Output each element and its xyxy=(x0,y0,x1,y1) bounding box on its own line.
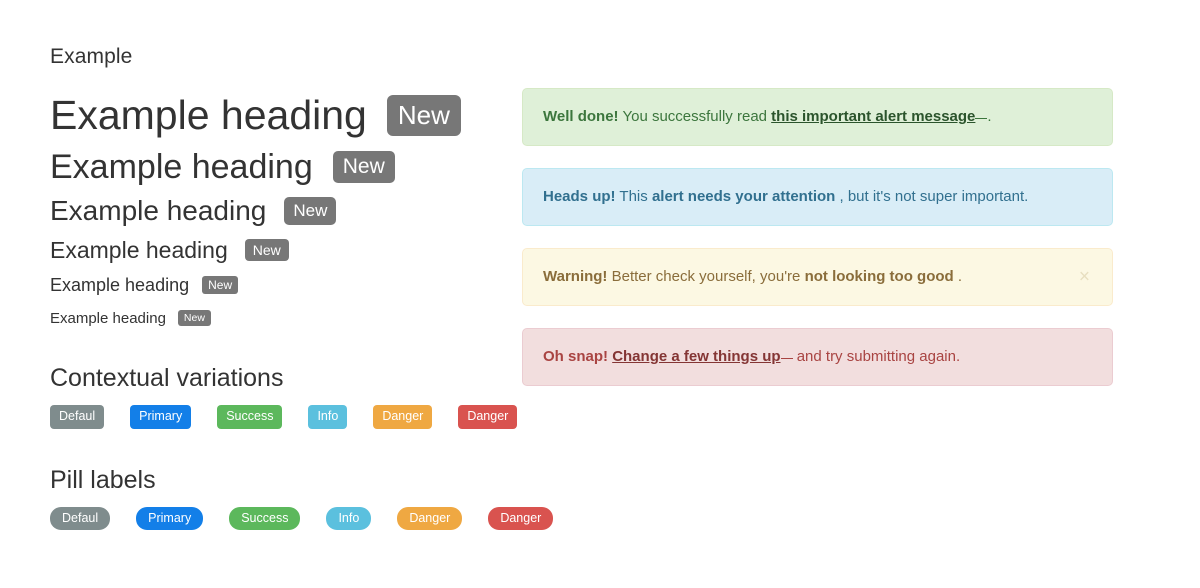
alert-info-strong: Heads up! xyxy=(543,188,616,205)
alert-success-text: You successfully read xyxy=(622,108,767,125)
alert-warning: Warning! Better check yourself, you're n… xyxy=(522,248,1113,306)
heading-row-2: Example heading New xyxy=(50,145,520,189)
pill-label-warning[interactable]: Danger xyxy=(397,506,463,531)
contextual-variations-title: Contextual variations xyxy=(50,364,284,393)
heading-text-h3: Example heading xyxy=(50,195,267,227)
badge-new-h4: New xyxy=(244,239,289,262)
pill-labels-title: Pill labels xyxy=(50,465,156,494)
alert-danger: Oh snap! Change a few things up and try … xyxy=(522,328,1113,386)
alert-info: Heads up! This alert needs your attentio… xyxy=(522,168,1113,226)
alert-danger-strong: Oh snap! xyxy=(543,348,609,365)
label-default[interactable]: Defaul xyxy=(50,405,105,429)
label-success[interactable]: Success xyxy=(217,405,283,429)
alert-danger-suffix: and try submitting again. xyxy=(796,348,961,365)
contextual-label-row: Defaul Primary Success Info Danger Dange… xyxy=(50,405,520,429)
pill-label-success[interactable]: Success xyxy=(229,506,301,531)
alert-success-suffix: . xyxy=(987,108,992,125)
heading-row-5: Example heading New xyxy=(50,271,520,299)
heading-text-h2: Example heading xyxy=(50,148,313,187)
heading-row-3: Example heading New xyxy=(50,191,520,231)
badge-new-h1: New xyxy=(386,94,461,136)
eyebrow-text: Example xyxy=(50,45,133,68)
pill-label-default[interactable]: Defaul xyxy=(50,506,111,531)
label-primary[interactable]: Primary xyxy=(130,405,192,429)
badge-new-h5: New xyxy=(202,276,239,295)
label-warning[interactable]: Danger xyxy=(373,405,433,429)
label-info[interactable]: Info xyxy=(308,405,348,429)
label-danger[interactable]: Danger xyxy=(458,405,518,429)
heading-text-h5: Example heading xyxy=(50,275,190,296)
heading-text-h4: Example heading xyxy=(50,236,228,263)
badge-new-h3: New xyxy=(284,197,337,226)
heading-text-h6: Example heading xyxy=(50,309,166,327)
badge-new-h2: New xyxy=(332,151,395,184)
heading-row-1: Example heading New xyxy=(50,87,520,143)
alert-danger-link-tail xyxy=(780,358,793,359)
page-root: Example Example heading New Example head… xyxy=(0,0,1200,588)
alert-info-link[interactable]: alert needs your attention xyxy=(652,188,835,205)
close-icon[interactable]: × xyxy=(1075,268,1094,287)
alert-success-link[interactable]: this important alert message xyxy=(771,108,975,125)
alert-success-strong: Well done! xyxy=(543,108,619,125)
alert-warning-link[interactable]: not looking too good xyxy=(805,268,954,285)
alert-success: Well done! You successfully read this im… xyxy=(522,88,1113,146)
alerts-column: Well done! You successfully read this im… xyxy=(520,0,1200,588)
alert-warning-text: Better check yourself, you're xyxy=(611,268,801,285)
heading-text-h1: Example heading xyxy=(50,92,367,139)
pill-label-primary[interactable]: Primary xyxy=(136,506,204,531)
alert-success-link-tail xyxy=(975,118,988,119)
alert-danger-link[interactable]: Change a few things up xyxy=(612,348,780,365)
alert-warning-strong: Warning! xyxy=(543,268,608,285)
heading-row-6: Example heading New xyxy=(50,305,520,331)
heading-row-4: Example heading New xyxy=(50,233,520,267)
pill-label-info[interactable]: Info xyxy=(326,506,372,531)
alert-warning-suffix: . xyxy=(957,268,963,285)
alert-info-suffix: , but it's not super important. xyxy=(839,188,1029,205)
labels-column: Example Example heading New Example head… xyxy=(0,0,554,588)
pill-label-row: Defaul Primary Success Info Danger Dange… xyxy=(50,506,554,531)
badge-new-h6: New xyxy=(177,310,211,327)
alert-info-text: This xyxy=(619,188,648,205)
